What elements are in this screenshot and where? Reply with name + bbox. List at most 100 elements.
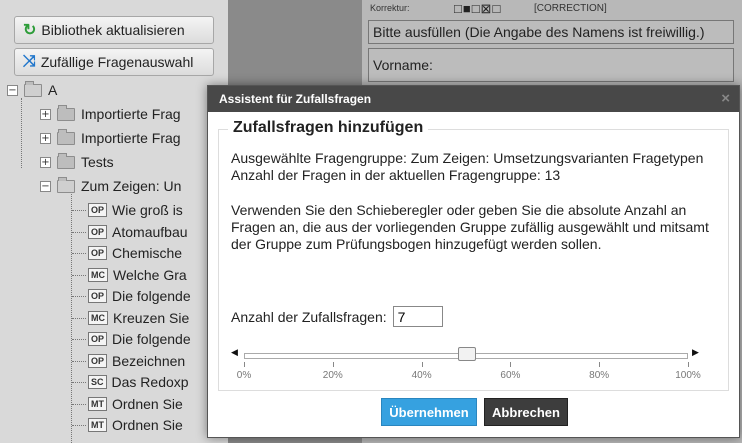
slider-tick-label: 80% [589, 370, 610, 381]
tree-line [72, 231, 86, 233]
tree-line [72, 425, 86, 426]
tree-line [72, 274, 86, 276]
tree-question[interactable]: MT Ordnen Sie [88, 415, 183, 435]
tree-question[interactable]: OP Die folgende [88, 286, 191, 306]
tree-line [72, 317, 86, 319]
tree-question[interactable]: OP Atomaufbau [88, 222, 188, 242]
refresh-library-label: Bibliothek aktualisieren [41, 22, 185, 38]
tree-question[interactable]: MC Kreuzen Sie [88, 308, 189, 328]
vorname-field[interactable]: Vorname: [368, 48, 734, 82]
folder-open-icon [57, 176, 75, 193]
percentage-slider[interactable]: ◀ ▶ 0% 20% 40% 60% 80% 100% [231, 347, 701, 387]
tree-question[interactable]: OP Chemische [88, 243, 182, 263]
refresh-icon: ↻ [23, 22, 37, 39]
folder-icon [57, 104, 75, 121]
tree-question[interactable]: OP Bezeichnen [88, 351, 185, 371]
correction-boxes: □■□⊠□ [454, 1, 502, 16]
slider-tick [332, 362, 334, 367]
tree-line [71, 190, 72, 443]
slider-tick-label: 20% [322, 370, 343, 381]
tree-question-label: Bezeichnen [112, 352, 186, 369]
question-type-badge: OP [88, 353, 108, 368]
count-label: Anzahl der Zufallsfragen: [231, 308, 387, 325]
question-type-badge: MT [88, 418, 107, 432]
question-type-badge: OP [88, 203, 108, 217]
question-count-text: Anzahl der Fragen in der aktuellen Frage… [231, 167, 561, 183]
tree-folder[interactable]: + Tests [40, 152, 114, 172]
slider-tick [421, 362, 423, 367]
tree-question[interactable]: OP Die folgende [88, 329, 191, 349]
correction-label: [CORRECTION] [534, 3, 607, 14]
tree-folder-label: Importierte Frag [81, 130, 181, 146]
tree-question[interactable]: MC Welche Gra [88, 265, 187, 285]
instructions-text: Verwenden Sie den Schieberegler oder geb… [231, 202, 709, 252]
library-panel: ↻ Bibliothek aktualisieren ⤨ Zufällige F… [0, 0, 228, 443]
tree-question-label: Ordnen Sie [112, 395, 183, 412]
selected-group-text: Ausgewählte Fragengruppe: Zum Zeigen: Um… [231, 150, 704, 166]
tree-question[interactable]: MT Ordnen Sie [88, 394, 183, 414]
question-type-badge: SC [88, 375, 107, 389]
refresh-library-button[interactable]: ↻ Bibliothek aktualisieren [14, 16, 214, 44]
random-selection-button[interactable]: ⤨ Zufällige Fragenauswahl [14, 48, 214, 76]
random-selection-label: Zufällige Fragenauswahl [40, 54, 194, 70]
slider-tick-label: 40% [411, 370, 432, 381]
expand-icon[interactable]: + [40, 108, 51, 120]
shuffle-icon: ⤨ [23, 53, 36, 70]
info-text: Ausgewählte Fragengruppe: Zum Zeigen: Um… [231, 150, 711, 253]
question-type-badge: OP [88, 224, 108, 239]
expand-icon[interactable]: + [40, 132, 51, 144]
korrektur-label: Korrektur: [370, 3, 410, 13]
close-icon[interactable]: × [721, 90, 730, 107]
tree-question[interactable]: SC Das Redoxp [88, 372, 189, 392]
folder-open-icon [24, 80, 42, 97]
fieldset-legend: Zufallsfragen hinzufügen [228, 119, 429, 137]
question-type-badge: MC [88, 310, 108, 325]
slider-tick [688, 362, 689, 367]
question-type-badge: OP [88, 289, 108, 303]
tree-line [72, 360, 86, 362]
tree-folder[interactable]: + Importierte Frag [40, 128, 181, 148]
slider-right-arrow-icon[interactable]: ▶ [692, 348, 699, 358]
tree-folder-label: Tests [81, 154, 114, 170]
tree-folder[interactable]: − Zum Zeigen: Un [40, 176, 181, 196]
tree-folder-label: Zum Zeigen: Un [81, 178, 182, 194]
collapse-icon[interactable]: − [7, 84, 18, 96]
tree-line [72, 210, 86, 211]
tree-question-label: Die folgende [112, 288, 191, 304]
cancel-button[interactable]: Abbrechen [484, 398, 568, 426]
tree-line [72, 382, 86, 383]
question-type-badge: MT [88, 396, 107, 411]
slider-tick-label: 60% [500, 370, 521, 381]
tree-question[interactable]: OP Wie groß is [88, 200, 183, 220]
slider-tick-label: 100% [675, 370, 701, 381]
tree-line [72, 403, 86, 405]
vorname-label: Vorname: [373, 57, 433, 73]
slider-tick [599, 362, 601, 367]
tree-question-label: Die folgende [112, 331, 191, 347]
apply-button[interactable]: Übernehmen [381, 398, 477, 426]
tree-question-label: Wie groß is [112, 202, 183, 218]
tree-question-label: Das Redoxp [111, 374, 189, 390]
hint-field: Bitte ausfüllen (Die Angabe des Namens i… [368, 20, 734, 44]
tree-question-label: Kreuzen Sie [113, 309, 190, 326]
tree-folder-label: Importierte Frag [81, 106, 181, 122]
random-questions-fieldset: Zufallsfragen hinzufügen Ausgewählte Fra… [218, 119, 729, 391]
question-type-badge: MC [88, 267, 108, 282]
slider-tick-label: 0% [236, 370, 252, 381]
dialog-title: Assistent für Zufallsfragen [219, 92, 372, 106]
tree-folder[interactable]: + Importierte Frag [40, 104, 181, 124]
tree-root[interactable]: − A [7, 80, 57, 100]
question-type-badge: OP [88, 246, 108, 260]
slider-thumb[interactable] [458, 347, 476, 361]
count-row: Anzahl der Zufallsfragen: [231, 306, 443, 327]
tree-root-label: A [48, 82, 58, 98]
expand-icon[interactable]: + [40, 156, 51, 168]
random-count-input[interactable] [392, 306, 443, 327]
tree-question-label: Chemische [112, 245, 183, 261]
collapse-icon[interactable]: − [40, 180, 51, 192]
random-questions-dialog: Assistent für Zufallsfragen × Zufallsfra… [207, 85, 740, 438]
slider-left-arrow-icon[interactable]: ◀ [231, 348, 238, 358]
dialog-title-bar: Assistent für Zufallsfragen × [208, 86, 739, 112]
folder-icon [57, 152, 75, 169]
tree-line [21, 98, 22, 168]
